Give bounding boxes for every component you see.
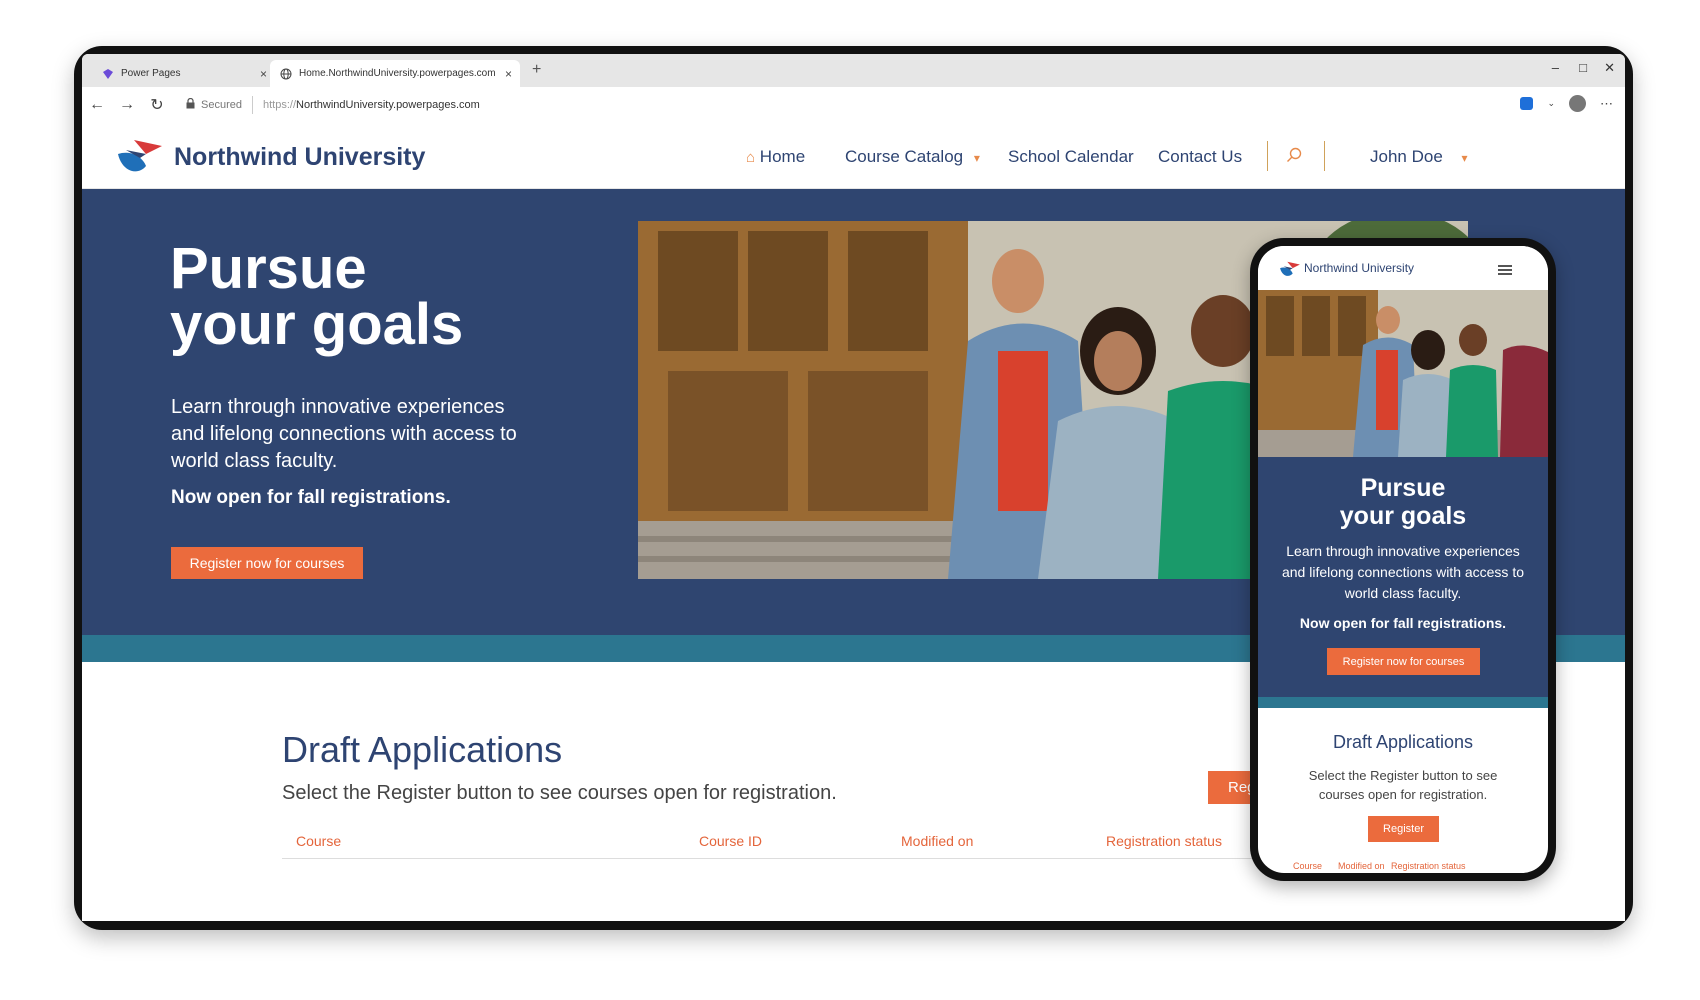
mobile-column-header-course[interactable]: Course <box>1293 861 1322 871</box>
close-tab-icon[interactable]: × <box>260 67 267 81</box>
hero-title: Pursue your goals <box>170 236 464 357</box>
new-tab-button[interactable]: + <box>532 61 541 79</box>
draft-applications-title: Draft Applications <box>282 729 563 770</box>
user-menu[interactable]: John Doe ▾ <box>1370 147 1468 167</box>
phone-device-frame: Northwind University Pursue your goals L… <box>1250 238 1556 881</box>
forward-arrow-icon[interactable]: → <box>112 96 142 114</box>
chevron-down-icon[interactable]: ⌄ <box>1547 98 1555 109</box>
northwind-logo-icon[interactable] <box>116 136 164 176</box>
mobile-hero-title: Pursue your goals <box>1258 474 1548 530</box>
mobile-draft-title: Draft Applications <box>1332 732 1474 752</box>
column-header-course-id[interactable]: Course ID <box>699 833 762 849</box>
close-window-button[interactable]: ✕ <box>1604 60 1615 76</box>
tab-label: Power Pages <box>121 68 181 79</box>
mobile-hero-title-line2: your goals <box>1339 502 1467 530</box>
power-pages-icon <box>102 68 114 80</box>
mobile-hero-section: Pursue your goals Learn through innovati… <box>1258 457 1548 697</box>
search-icon[interactable] <box>1286 147 1302 168</box>
browser-tab-bar: Power Pages × Home.NorthwindUniversity.p… <box>82 54 1625 87</box>
url-host: NorthwindUniversity.powerpages.com <box>296 99 480 111</box>
site-header: Northwind University ⌂ Home Course Catal… <box>82 123 1625 189</box>
nav-course-catalog[interactable]: Course Catalog ▾ <box>845 147 980 167</box>
back-arrow-icon[interactable]: ← <box>82 96 112 114</box>
url-field[interactable]: https://NorthwindUniversity.powerpages.c… <box>263 99 480 111</box>
more-options-icon[interactable]: ⋯ <box>1600 96 1613 112</box>
nav-contact-us[interactable]: Contact Us <box>1158 147 1242 167</box>
address-divider <box>251 96 253 114</box>
hero-title-line1: Pursue <box>170 236 367 301</box>
user-name: John Doe <box>1370 147 1443 166</box>
refresh-icon[interactable]: ↻ <box>142 95 172 115</box>
mobile-header: Northwind University <box>1258 246 1548 290</box>
profile-avatar-icon[interactable] <box>1569 95 1586 112</box>
secured-label: Secured <box>201 99 242 111</box>
mobile-accent-strip <box>1258 697 1548 708</box>
tab-label: Home.NorthwindUniversity.powerpages.com <box>299 68 496 79</box>
hamburger-menu-icon[interactable] <box>1498 265 1512 277</box>
close-tab-icon[interactable]: × <box>505 67 512 81</box>
tab-power-pages[interactable]: Power Pages × <box>92 60 275 87</box>
home-icon: ⌂ <box>746 149 756 166</box>
mobile-register-now-button[interactable]: Register now for courses <box>1327 648 1480 675</box>
mobile-register-button[interactable]: Register <box>1368 816 1439 842</box>
extension-icon[interactable] <box>1520 97 1534 110</box>
mobile-brand-title[interactable]: Northwind University <box>1304 261 1414 275</box>
register-now-button[interactable]: Register now for courses <box>171 547 363 579</box>
mobile-hero-lede: Learn through innovative experiences and… <box>1281 543 1525 601</box>
address-bar: ← → ↻ Secured https://NorthwindUniversit… <box>82 87 1625 124</box>
site-brand-title[interactable]: Northwind University <box>174 143 425 172</box>
column-header-course[interactable]: Course <box>296 833 341 849</box>
column-header-registration-status[interactable]: Registration status <box>1106 833 1222 849</box>
mobile-hero-open-notice: Now open for fall registrations. <box>1299 615 1507 631</box>
mobile-column-header-modified-on[interactable]: Modified on <box>1338 861 1385 871</box>
draft-applications-subtitle: Select the Register button to see course… <box>282 782 837 804</box>
table-header-divider <box>282 858 1272 859</box>
globe-icon <box>280 68 292 80</box>
tab-home[interactable]: Home.NorthwindUniversity.powerpages.com … <box>270 60 520 87</box>
nav-home-label: Home <box>759 147 806 166</box>
mobile-hero-title-line1: Pursue <box>1360 474 1446 502</box>
nav-divider <box>1324 141 1325 171</box>
url-scheme: https:// <box>262 99 297 111</box>
hero-title-line2: your goals <box>170 292 464 357</box>
column-header-modified-on[interactable]: Modified on <box>901 833 973 849</box>
lock-icon <box>186 97 195 112</box>
mobile-screen: Northwind University Pursue your goals L… <box>1258 246 1548 873</box>
maximize-button[interactable]: □ <box>1579 60 1587 75</box>
mobile-draft-subtitle: Select the Register button to see course… <box>1308 768 1498 802</box>
nav-school-calendar[interactable]: School Calendar <box>1008 147 1134 167</box>
northwind-logo-icon[interactable] <box>1278 260 1302 278</box>
hero-open-notice: Now open for fall registrations. <box>171 487 451 508</box>
nav-home[interactable]: ⌂ Home <box>746 147 805 167</box>
mobile-hero-photo <box>1258 290 1548 457</box>
minimize-button[interactable]: – <box>1552 60 1559 75</box>
mobile-column-header-registration-status[interactable]: Registration status <box>1391 861 1466 871</box>
nav-divider <box>1267 141 1268 171</box>
nav-catalog-label: Course Catalog <box>845 147 964 166</box>
hero-lede: Learn through innovative experiences and… <box>171 396 517 472</box>
chevron-down-icon: ▾ <box>973 151 980 165</box>
chevron-down-icon: ▾ <box>1461 151 1468 165</box>
